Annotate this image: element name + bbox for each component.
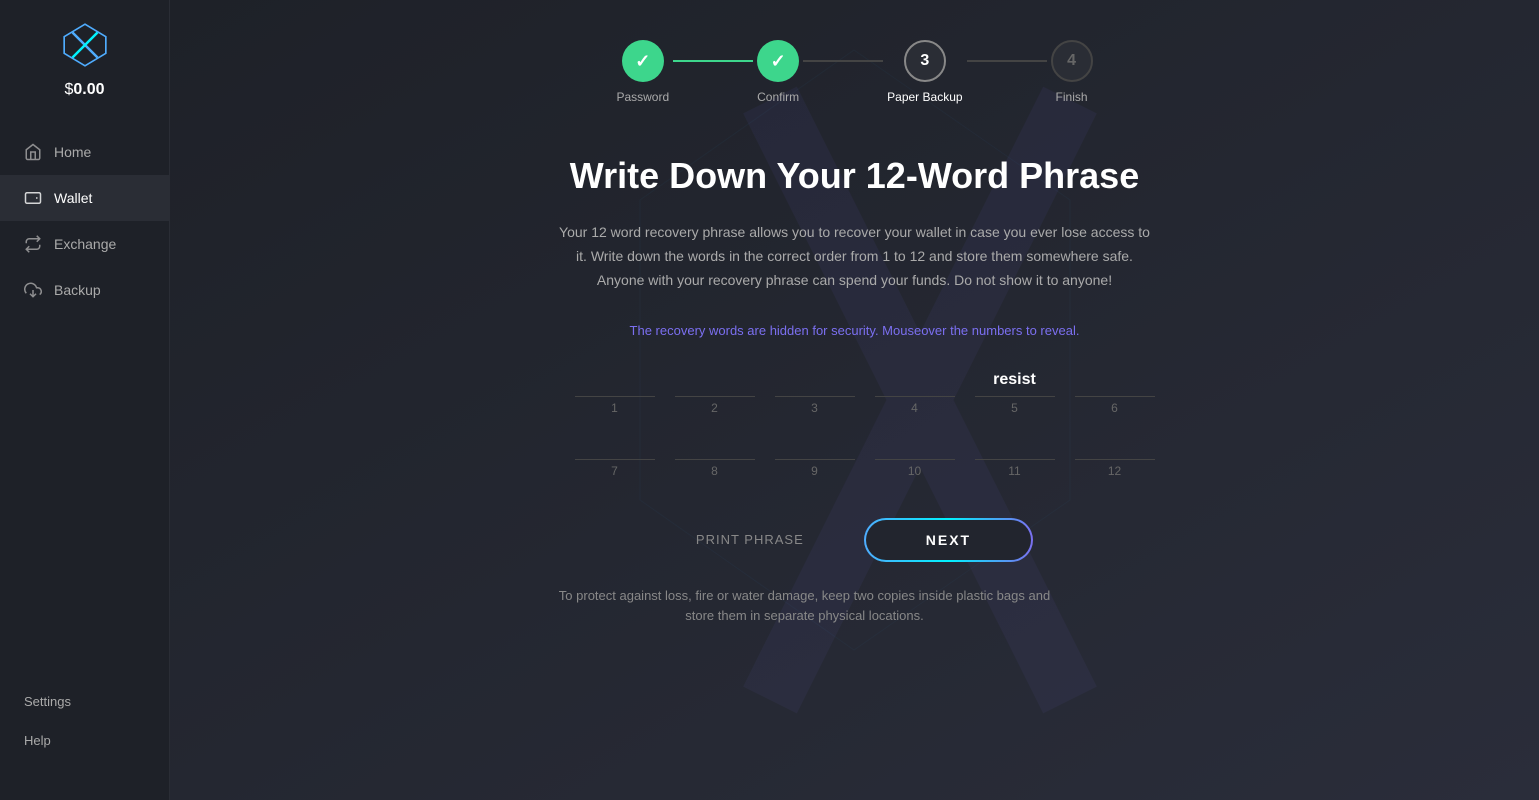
- page-subtitle: Your 12 word recovery phrase allows you …: [555, 221, 1155, 292]
- word-line-2: [675, 396, 755, 397]
- step-label-paper-backup: Paper Backup: [887, 90, 962, 104]
- word-cell-1[interactable]: 1: [575, 368, 655, 415]
- word-number-8: 8: [711, 464, 718, 478]
- main-content: ✓ Password ✓ Confirm 3 Paper Backup: [170, 0, 1539, 800]
- exchange-icon: [24, 235, 42, 253]
- sidebar-item-backup[interactable]: Backup: [0, 267, 169, 313]
- next-button-wrapper: NEXT: [864, 518, 1033, 562]
- logo: [60, 20, 110, 81]
- home-label: Home: [54, 144, 91, 160]
- word-line-3: [775, 396, 855, 397]
- word-number-11: 11: [1008, 464, 1020, 478]
- nav-menu: Home Wallet Exchange Backup: [0, 129, 169, 682]
- balance-display: $0.00: [64, 81, 104, 99]
- word-line-12: [1075, 459, 1155, 460]
- word-line-6: [1075, 396, 1155, 397]
- step-circle-finish: 4: [1051, 40, 1093, 82]
- step-circle-password: ✓: [622, 40, 664, 82]
- word-cell-3[interactable]: 3: [775, 368, 855, 415]
- word-line-10: [875, 459, 955, 460]
- word-number-5: 5: [1011, 401, 1018, 415]
- word-cell-7[interactable]: 7: [575, 431, 655, 478]
- word-line-1: [575, 396, 655, 397]
- word-line-11: [975, 459, 1055, 460]
- step-circle-confirm: ✓: [757, 40, 799, 82]
- word-cell-4[interactable]: 4: [875, 368, 955, 415]
- backup-label: Backup: [54, 282, 101, 298]
- word-number-2: 2: [711, 401, 718, 415]
- connector-2-3: [803, 60, 883, 62]
- word-number-1: 1: [611, 401, 618, 415]
- exchange-label: Exchange: [54, 236, 116, 252]
- next-button[interactable]: NEXT: [866, 520, 1031, 560]
- word-cell-8[interactable]: 8: [675, 431, 755, 478]
- balance-value: 0.00: [73, 81, 104, 98]
- step-label-password: Password: [616, 90, 669, 104]
- hint-text: The recovery words are hidden for securi…: [555, 323, 1155, 338]
- connector-1-2: [673, 60, 753, 62]
- step-finish: 4 Finish: [1051, 40, 1093, 104]
- sidebar-bottom: Settings Help: [0, 682, 169, 780]
- check-icon-password: ✓: [635, 51, 650, 72]
- word-number-7: 7: [611, 464, 618, 478]
- word-cell-11[interactable]: 11: [975, 431, 1055, 478]
- word-number-12: 12: [1108, 464, 1121, 478]
- footer-note: To protect against loss, fire or water d…: [555, 586, 1055, 628]
- sidebar-item-home[interactable]: Home: [0, 129, 169, 175]
- sidebar-item-exchange[interactable]: Exchange: [0, 221, 169, 267]
- print-phrase-button[interactable]: PRINT PHRASE: [676, 520, 824, 559]
- word-value-5: resist: [993, 368, 1036, 392]
- word-line-4: [875, 396, 955, 397]
- word-line-8: [675, 459, 755, 460]
- step-label-confirm: Confirm: [757, 90, 799, 104]
- check-icon-confirm: ✓: [771, 51, 786, 72]
- step-password: ✓ Password: [616, 40, 669, 104]
- word-grid: 1234resist56789101112: [575, 368, 1135, 478]
- page-title: Write Down Your 12-Word Phrase: [555, 154, 1155, 197]
- word-number-6: 6: [1111, 401, 1118, 415]
- step-circle-paper-backup: 3: [904, 40, 946, 82]
- word-cell-9[interactable]: 9: [775, 431, 855, 478]
- word-line-7: [575, 459, 655, 460]
- word-cell-6[interactable]: 6: [1075, 368, 1155, 415]
- sidebar-item-settings[interactable]: Settings: [0, 682, 169, 721]
- wallet-label: Wallet: [54, 190, 92, 206]
- sidebar-item-wallet[interactable]: Wallet: [0, 175, 169, 221]
- wallet-icon: [24, 189, 42, 207]
- connector-3-4: [967, 60, 1047, 62]
- word-line-9: [775, 459, 855, 460]
- word-number-9: 9: [811, 464, 818, 478]
- word-number-4: 4: [911, 401, 918, 415]
- step-paper-backup: 3 Paper Backup: [887, 40, 962, 104]
- word-cell-12[interactable]: 12: [1075, 431, 1155, 478]
- stepper: ✓ Password ✓ Confirm 3 Paper Backup: [616, 40, 1092, 104]
- word-cell-5[interactable]: resist 5: [975, 368, 1055, 415]
- word-number-10: 10: [908, 464, 921, 478]
- step-number-finish: 4: [1067, 52, 1076, 70]
- word-cell-10[interactable]: 10: [875, 431, 955, 478]
- word-number-3: 3: [811, 401, 818, 415]
- page-content: Write Down Your 12-Word Phrase Your 12 w…: [555, 154, 1155, 627]
- button-row: PRINT PHRASE NEXT: [555, 518, 1155, 562]
- step-number-paper-backup: 3: [920, 52, 929, 70]
- word-line-5: [975, 396, 1055, 397]
- sidebar-item-help[interactable]: Help: [0, 721, 169, 760]
- home-icon: [24, 143, 42, 161]
- word-cell-2[interactable]: 2: [675, 368, 755, 415]
- step-confirm: ✓ Confirm: [757, 40, 799, 104]
- sidebar: $0.00 Home Wallet Exchange: [0, 0, 170, 800]
- backup-icon: [24, 281, 42, 299]
- step-label-finish: Finish: [1056, 90, 1088, 104]
